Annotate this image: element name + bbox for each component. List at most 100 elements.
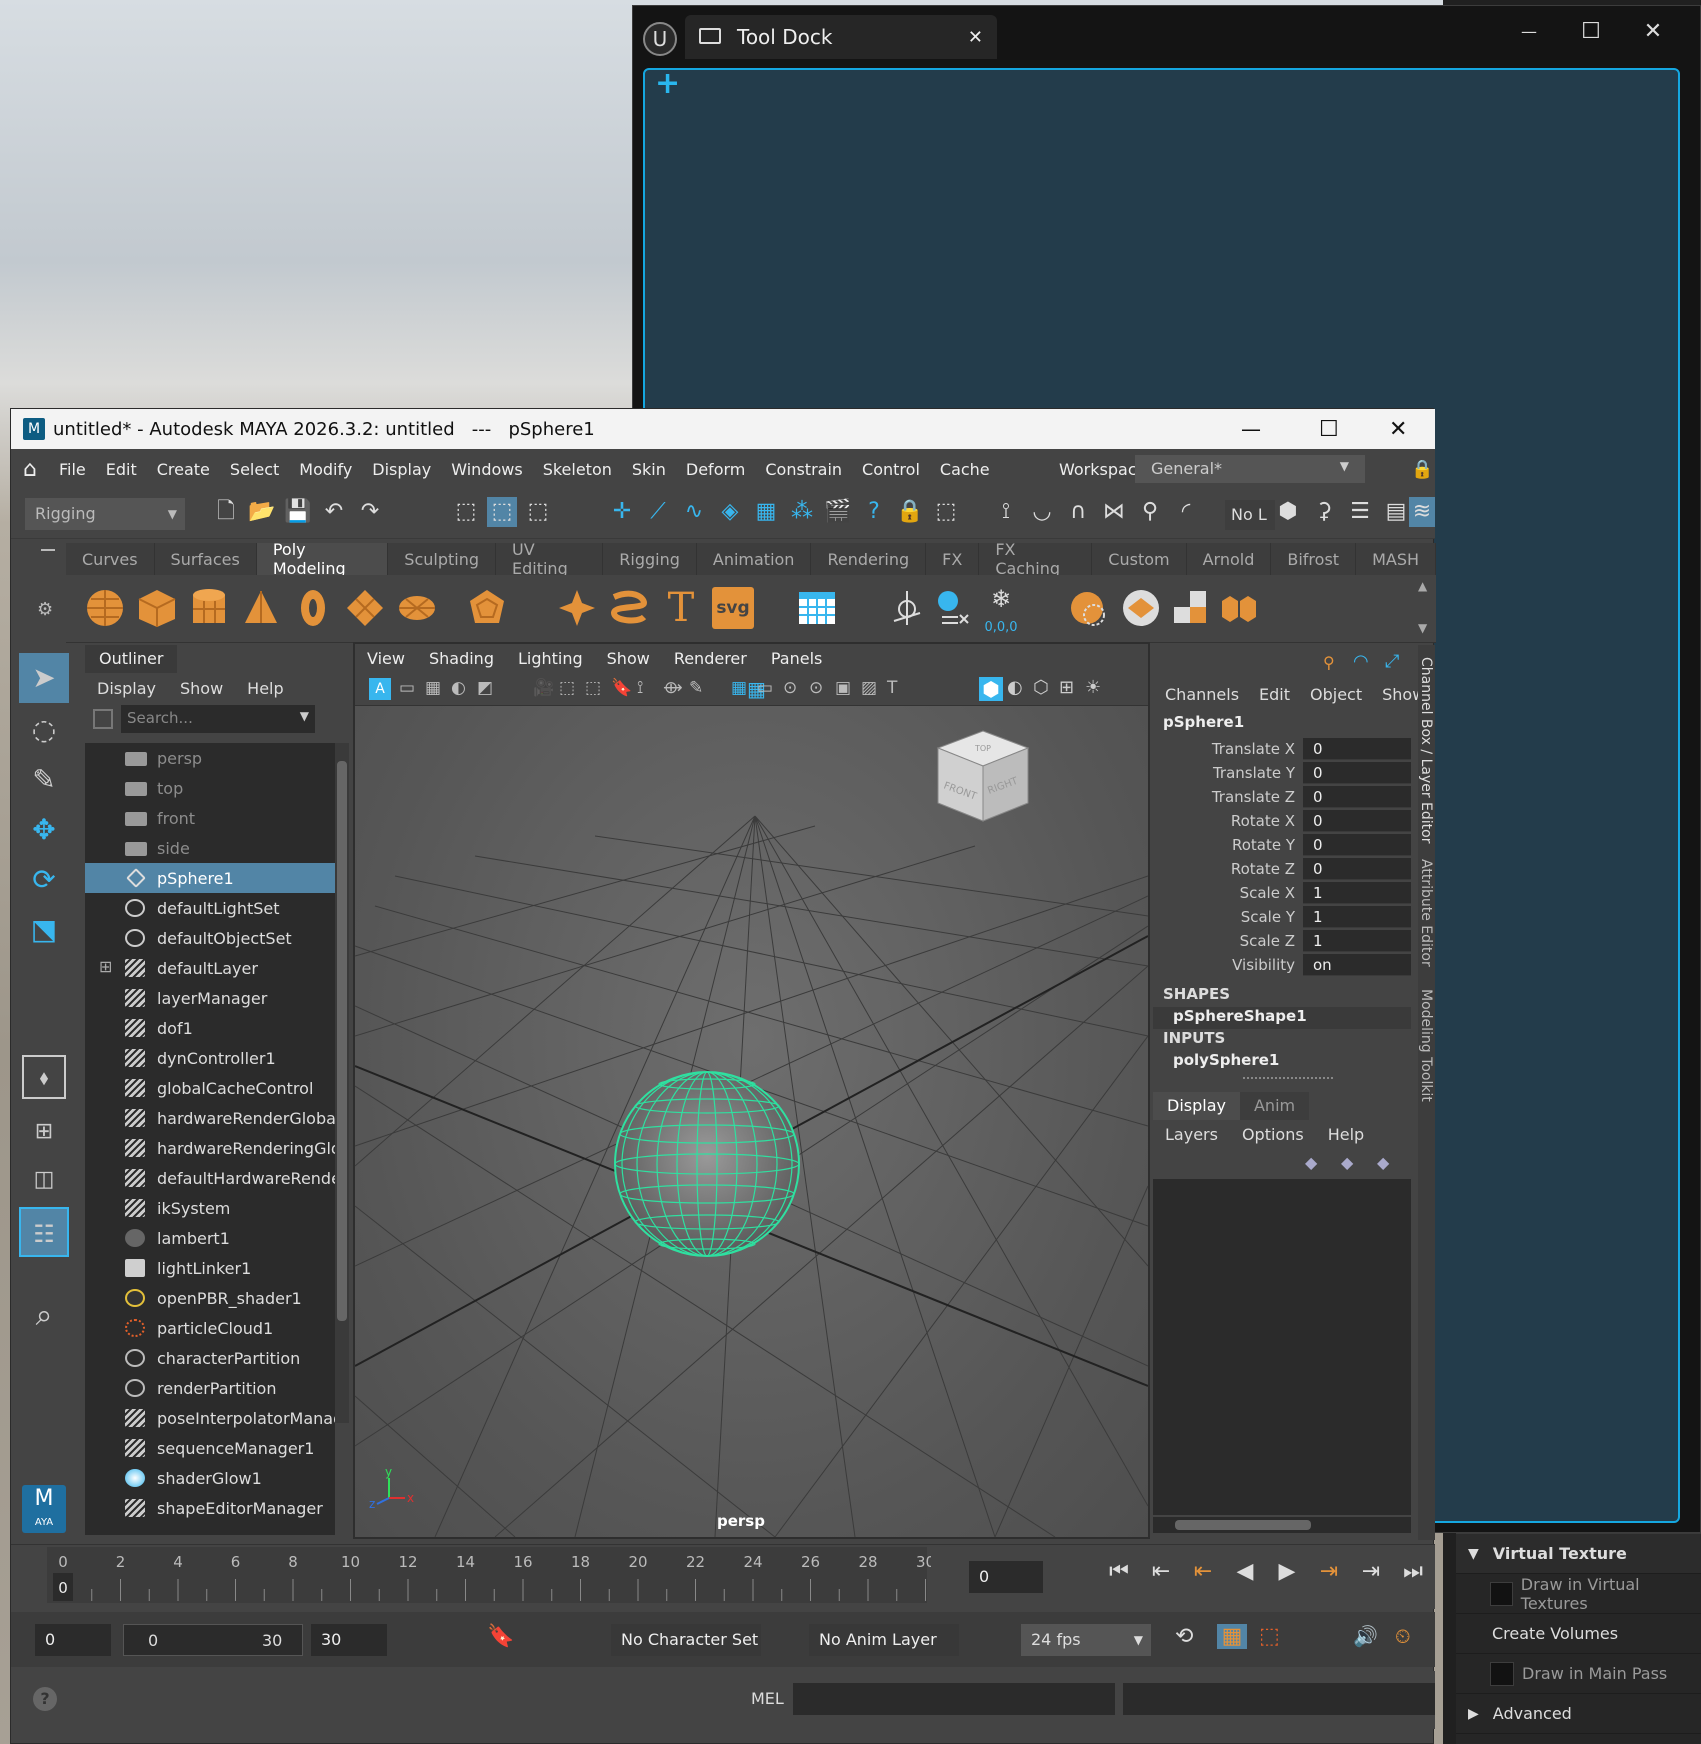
- single-perspective-layout-icon[interactable]: ⬧: [22, 1055, 66, 1099]
- shelf-scroll-down-icon[interactable]: ▼: [1418, 621, 1427, 635]
- viewport-tool-icon[interactable]: ⬚: [559, 678, 575, 698]
- step-forward-key-icon[interactable]: ⇥: [1353, 1559, 1389, 1584]
- channel-value[interactable]: 1: [1303, 882, 1411, 904]
- tab-modeling-toolkit[interactable]: Modeling Toolkit: [1418, 989, 1434, 1102]
- xray-icon[interactable]: ⬡: [1033, 677, 1049, 698]
- channel-row[interactable]: Scale Y 1: [1153, 905, 1411, 929]
- poly-torus-icon[interactable]: [292, 587, 334, 629]
- menu-deform[interactable]: Deform: [676, 460, 755, 479]
- step-forward-frame-icon[interactable]: ⇥: [1311, 1559, 1347, 1584]
- four-view-layout-icon[interactable]: ⊞: [19, 1107, 69, 1157]
- menu-windows[interactable]: Windows: [441, 460, 532, 479]
- channel-row[interactable]: Translate X 0: [1153, 737, 1411, 761]
- sphere-wireframe[interactable]: [607, 1064, 807, 1264]
- tab-display[interactable]: Display: [1153, 1092, 1240, 1120]
- channel-menu-object[interactable]: Object: [1300, 685, 1372, 704]
- home-icon[interactable]: ⌂: [11, 457, 49, 482]
- shelf-tab-animation[interactable]: Animation: [697, 543, 812, 575]
- curve-snap-icon[interactable]: ◜: [1171, 497, 1201, 527]
- lock-selection-icon[interactable]: 🔒: [895, 497, 925, 527]
- close-button[interactable]: ✕: [1625, 12, 1681, 52]
- outliner-item[interactable]: pSphere1: [85, 863, 335, 893]
- channel-menu-edit[interactable]: Edit: [1249, 685, 1300, 704]
- move-layer-up-icon[interactable]: ◆: [1305, 1153, 1317, 1172]
- select-tool-icon[interactable]: ➤: [19, 653, 69, 703]
- input-node[interactable]: polySphere1: [1173, 1051, 1279, 1069]
- tool-dock-tab[interactable]: Tool Dock ✕: [685, 15, 997, 59]
- channel-menu-show[interactable]: Show: [1372, 685, 1419, 704]
- outliner-item[interactable]: renderPartition: [85, 1373, 335, 1403]
- outliner-item[interactable]: ⊞ defaultLayer: [85, 953, 335, 983]
- outliner-menu-display[interactable]: Display: [85, 679, 168, 698]
- outliner-item[interactable]: hardwareRenderGloba: [85, 1103, 335, 1133]
- poly-cone-icon[interactable]: [240, 587, 282, 629]
- outliner-item[interactable]: defaultHardwareRende: [85, 1163, 335, 1193]
- camera-select-icon[interactable]: A: [369, 678, 391, 700]
- viewport-tool-icon[interactable]: ⬚: [585, 678, 601, 698]
- layer-menu-options[interactable]: Options: [1230, 1125, 1316, 1144]
- channel-row[interactable]: Scale Z 1: [1153, 929, 1411, 953]
- search-icon[interactable]: ⌕: [19, 1291, 69, 1341]
- viewport-tool-icon[interactable]: ⊙: [809, 678, 823, 698]
- menu-cache[interactable]: Cache: [930, 460, 1000, 479]
- highlight-selection-icon[interactable]: ⬚: [931, 497, 961, 527]
- viewport-menu-renderer[interactable]: Renderer: [662, 649, 759, 668]
- sound-icon[interactable]: 🔊: [1353, 1624, 1378, 1648]
- mirror-icon[interactable]: [1120, 587, 1162, 629]
- shelf-tab-surfaces[interactable]: Surfaces: [155, 543, 257, 575]
- poly-cube-icon[interactable]: [136, 587, 178, 629]
- preferences-clock-icon[interactable]: ⏲: [1395, 1624, 1411, 1648]
- poly-plane-icon[interactable]: [344, 587, 386, 629]
- loop-icon[interactable]: ⟲: [1175, 1624, 1193, 1649]
- channel-horizontal-scrollbar[interactable]: [1153, 1517, 1411, 1533]
- viewport-tool-icon[interactable]: ▭: [399, 678, 415, 698]
- pin-icon[interactable]: ⚲: [1135, 497, 1165, 527]
- channel-row[interactable]: Rotate X 0: [1153, 809, 1411, 833]
- menu-edit[interactable]: Edit: [96, 460, 147, 479]
- outliner-item[interactable]: lambert1: [85, 1223, 335, 1253]
- outliner-item[interactable]: shaderGlow1: [85, 1463, 335, 1493]
- freeze-transforms-icon[interactable]: ❄ 0,0,0: [980, 587, 1022, 635]
- command-input[interactable]: [793, 1683, 1115, 1715]
- cached-playback-icon[interactable]: ⬚: [1259, 1624, 1280, 1649]
- tab-channel-box[interactable]: Channel Box / Layer Editor: [1418, 657, 1434, 843]
- poly-disc-icon[interactable]: [396, 587, 438, 629]
- shelf-tab-mash[interactable]: MASH: [1356, 543, 1436, 575]
- animation-start-field[interactable]: 0: [35, 1624, 111, 1656]
- menu-set-dropdown[interactable]: Rigging ▼: [25, 498, 185, 530]
- snap-surface-icon[interactable]: ▦: [751, 497, 781, 527]
- redo-icon[interactable]: ↷: [355, 497, 385, 527]
- ik-joint-icon[interactable]: ⚳: [1309, 497, 1339, 527]
- viewport-menu-view[interactable]: View: [355, 649, 417, 668]
- channel-value[interactable]: on: [1303, 954, 1411, 976]
- viewport-menu-lighting[interactable]: Lighting: [506, 649, 595, 668]
- help-line-icon[interactable]: ?: [33, 1687, 57, 1711]
- outliner-search-input[interactable]: Search... ▼: [121, 705, 315, 733]
- channel-value[interactable]: 0: [1303, 762, 1411, 784]
- rotate-tool-icon[interactable]: ⟳: [19, 855, 69, 905]
- viewport-tool-icon[interactable]: ▦: [425, 678, 441, 698]
- shelf-tab-fx-caching[interactable]: FX Caching: [979, 540, 1093, 578]
- go-to-start-icon[interactable]: ⏮: [1101, 1559, 1137, 1584]
- current-frame-field[interactable]: 0: [969, 1561, 1043, 1593]
- symmetry-icon[interactable]: ⋈: [1099, 497, 1129, 527]
- shelf-tab-sculpting[interactable]: Sculpting: [388, 543, 496, 575]
- channel-value[interactable]: 1: [1303, 930, 1411, 952]
- layer-menu-layers[interactable]: Layers: [1153, 1125, 1230, 1144]
- virtual-texture-section[interactable]: ▼ Virtual Texture: [1456, 1534, 1701, 1574]
- move-tool-icon[interactable]: ✥: [19, 805, 69, 855]
- scale-tool-icon[interactable]: ⬔: [19, 905, 69, 955]
- outliner-title[interactable]: Outliner: [85, 645, 178, 673]
- shelf-tab-bifrost[interactable]: Bifrost: [1271, 543, 1357, 575]
- outliner-menu-help[interactable]: Help: [235, 679, 295, 698]
- snap-point-icon[interactable]: ∿: [679, 497, 709, 527]
- menu-skin[interactable]: Skin: [622, 460, 676, 479]
- shelf-tab-uv-editing[interactable]: UV Editing: [496, 540, 604, 578]
- viewport-menu-panels[interactable]: Panels: [759, 649, 835, 668]
- outliner-scroll-thumb[interactable]: [337, 761, 347, 1321]
- close-button[interactable]: ✕: [1389, 417, 1407, 442]
- script-language-label[interactable]: MEL: [751, 1689, 784, 1708]
- viewport-canvas[interactable]: TOP FRONT RIGHT y x z persp: [355, 706, 1148, 1537]
- shelf-tab-rendering[interactable]: Rendering: [811, 543, 927, 575]
- outliner-item[interactable]: characterPartition: [85, 1343, 335, 1373]
